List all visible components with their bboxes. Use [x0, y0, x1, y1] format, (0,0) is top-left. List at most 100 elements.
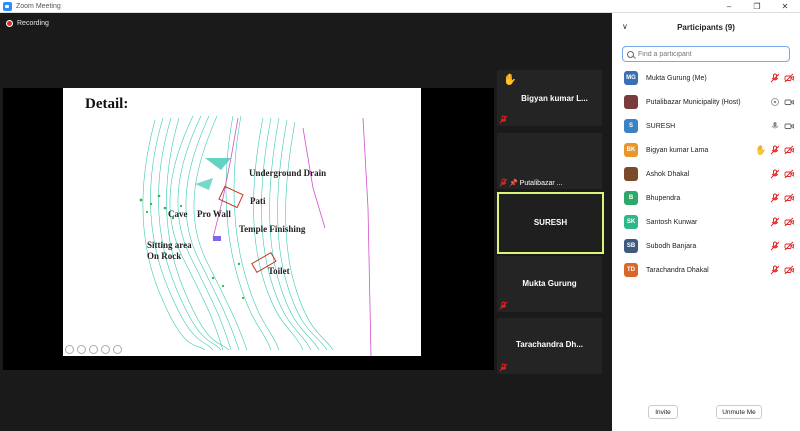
mic-muted-icon[interactable]	[770, 145, 780, 155]
minimize-button[interactable]: –	[718, 0, 740, 13]
avatar: S	[624, 119, 638, 133]
maximize-button[interactable]: ❐	[746, 0, 768, 13]
label-sitting-area: Sitting area	[147, 240, 192, 250]
participant-row[interactable]: S SURESH	[612, 114, 800, 138]
presentation-slide: Detail: Underground Drain Pati Cave Pro …	[63, 88, 421, 356]
slide-controls	[65, 345, 122, 354]
search-icon	[627, 50, 634, 58]
video-off-icon[interactable]	[784, 73, 794, 83]
participant-name: Bhupendra	[646, 194, 681, 202]
label-cave: Cave	[168, 209, 188, 219]
menu-icon[interactable]	[113, 345, 122, 354]
zoom-icon[interactable]	[101, 345, 110, 354]
pen-icon[interactable]	[89, 345, 98, 354]
video-tile[interactable]: 📌 Putalibazar ...	[497, 133, 602, 189]
avatar: TD	[624, 263, 638, 277]
mic-muted-icon[interactable]	[770, 73, 780, 83]
tile-participant-name: Bigyan kumar L...	[521, 94, 588, 103]
meeting-area: Recording Detail: Underground Drain Pati…	[0, 13, 612, 431]
video-icon[interactable]	[784, 121, 794, 131]
participant-row[interactable]: MG Mukta Gurung (Me)	[612, 66, 800, 90]
zoom-logo-icon	[3, 1, 12, 11]
invite-button[interactable]: Invite	[648, 405, 678, 419]
mic-muted-icon[interactable]	[770, 193, 780, 203]
participant-row[interactable]: Ashok Dhakal	[612, 162, 800, 186]
avatar: SB	[624, 239, 638, 253]
video-off-icon[interactable]	[784, 241, 794, 251]
mic-muted-icon	[499, 178, 508, 187]
tile-name-text: Putalibazar ...	[519, 180, 563, 187]
participant-name: Santosh Kunwar	[646, 218, 698, 226]
label-underground-drain: Underground Drain	[249, 168, 327, 178]
panel-header: ∨ Participants (9)	[612, 13, 800, 41]
mic-muted-icon	[499, 301, 508, 310]
panel-title: Participants (9)	[677, 22, 735, 32]
participant-search[interactable]	[622, 46, 790, 62]
mic-muted-icon	[499, 115, 508, 124]
participant-name: Tarachandra Dhakal	[646, 266, 709, 274]
tile-participant-name: Tarachandra Dh...	[516, 340, 583, 349]
raised-hand-icon: ✋	[755, 144, 767, 155]
participant-name: Ashok Dhakal	[646, 170, 690, 178]
avatar: B	[624, 191, 638, 205]
next-slide-icon[interactable]	[77, 345, 86, 354]
participant-name: Bigyan kumar Lama	[646, 146, 709, 154]
tile-participant-name: SURESH	[533, 218, 568, 227]
mic-muted-icon[interactable]	[770, 217, 780, 227]
participant-row[interactable]: TD Tarachandra Dhakal	[612, 258, 800, 282]
title-bar: Zoom Meeting – ❐ ✕	[0, 0, 800, 13]
participants-panel: ∨ Participants (9) MG Mukta Gurung (Me) Pu…	[612, 13, 800, 431]
label-on-rock: On Rock	[147, 251, 182, 261]
video-tile[interactable]: ✋ Bigyan kumar L...	[497, 70, 602, 126]
participant-name: SURESH	[646, 122, 676, 130]
window-title: Zoom Meeting	[16, 2, 61, 10]
label-temple-finishing: Temple Finishing	[239, 224, 306, 234]
participant-name: Putalibazar Municipality (Host)	[646, 98, 741, 106]
search-input[interactable]	[638, 50, 778, 58]
label-pati: Pati	[250, 196, 266, 206]
video-off-icon[interactable]	[784, 265, 794, 275]
chevron-down-icon[interactable]: ∨	[622, 22, 628, 31]
recording-indicator[interactable]: Recording	[6, 20, 49, 27]
video-tile[interactable]: Tarachandra Dh...	[497, 318, 602, 374]
video-tile-active-speaker[interactable]: SURESH	[497, 192, 604, 254]
unmute-me-button[interactable]: Unmute Me	[716, 405, 762, 419]
mic-muted-icon[interactable]	[770, 265, 780, 275]
screen-share-view[interactable]: Detail: Underground Drain Pati Cave Pro …	[3, 88, 494, 370]
pin-icon: 📌	[509, 180, 518, 187]
video-icon[interactable]	[784, 97, 794, 107]
label-toilet: Toilet	[268, 266, 290, 276]
mic-muted-icon[interactable]	[770, 169, 780, 179]
mic-muted-icon	[499, 363, 508, 372]
video-tile[interactable]: Mukta Gurung	[497, 256, 602, 312]
video-off-icon[interactable]	[784, 217, 794, 227]
participant-row[interactable]: SB Subodh Banjara	[612, 234, 800, 258]
tile-participant-name: Mukta Gurung	[522, 279, 577, 288]
panel-footer: Invite Unmute Me	[612, 405, 800, 423]
recording-label: Recording	[17, 20, 49, 27]
participant-row[interactable]: BK Bigyan kumar Lama ✋	[612, 138, 800, 162]
participant-list: MG Mukta Gurung (Me) Putalibazar Municipal…	[612, 66, 800, 282]
prev-slide-icon[interactable]	[65, 345, 74, 354]
tile-participant-name: 📌 Putalibazar ...	[509, 179, 562, 187]
participant-row[interactable]: Putalibazar Municipality (Host)	[612, 90, 800, 114]
video-off-icon[interactable]	[784, 169, 794, 179]
recording-icon	[6, 20, 13, 27]
site-plan-drawing	[139, 115, 372, 356]
participant-name: Subodh Banjara	[646, 242, 697, 250]
mic-icon[interactable]	[770, 121, 780, 131]
mic-off-icon[interactable]	[770, 97, 780, 107]
label-pro-wall: Pro Wall	[197, 209, 231, 219]
participant-name: Mukta Gurung (Me)	[646, 74, 707, 82]
avatar	[624, 95, 638, 109]
avatar: MG	[624, 71, 638, 85]
avatar: BK	[624, 143, 638, 157]
participant-row[interactable]: SK Santosh Kunwar	[612, 210, 800, 234]
mic-muted-icon[interactable]	[770, 241, 780, 251]
participant-row[interactable]: B Bhupendra	[612, 186, 800, 210]
video-off-icon[interactable]	[784, 193, 794, 203]
avatar	[624, 167, 638, 181]
close-button[interactable]: ✕	[774, 0, 796, 13]
video-off-icon[interactable]	[784, 145, 794, 155]
raised-hand-icon: ✋	[503, 74, 517, 86]
